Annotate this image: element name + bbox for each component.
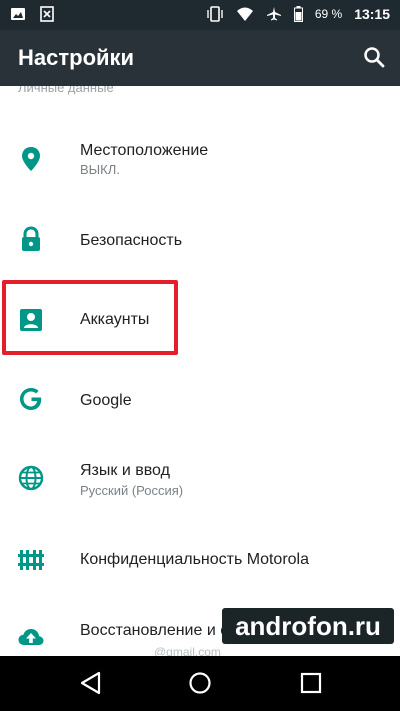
settings-list: Личные данные Местоположение ВЫКЛ. Безоп… [0,86,400,656]
airplane-icon [266,7,281,21]
settings-item-label: Местоположение [80,142,209,159]
recents-icon[interactable] [298,670,324,696]
globe-icon [18,465,44,491]
wifi-icon [236,7,253,21]
site-watermark: androfon.ru [222,608,394,644]
settings-item-label: Google [80,392,132,409]
section-label: Личные данные [18,86,114,95]
home-icon[interactable] [187,670,213,696]
page-title: Настройки [18,45,135,70]
image-icon [11,8,25,20]
navigation-bar [0,656,400,711]
cloud-upload-icon [18,629,44,645]
settings-item-google[interactable]: Google [0,359,400,439]
vibrate-icon [207,6,223,22]
settings-item-location[interactable]: Местоположение ВЫКЛ. [0,116,400,196]
status-bar: 69 % 13:15 [0,0,400,30]
lock-icon [22,226,40,251]
settings-item-subtitle: ВЫКЛ. [80,162,120,177]
app-bar: Настройки [0,30,400,86]
back-icon[interactable] [78,670,104,696]
settings-item-label: Безопасность [80,232,183,249]
close-box-icon [40,6,54,22]
settings-item-motorola-privacy[interactable]: Конфиденциальность Motorola [0,518,400,598]
clock: 13:15 [354,6,390,22]
location-icon [22,147,40,171]
settings-item-language[interactable]: Язык и ввод Русский (Россия) [0,438,400,518]
settings-item-security[interactable]: Безопасность [0,199,400,279]
accounts-highlight-frame [2,280,178,355]
settings-item-label: Язык и ввод [80,462,170,479]
search-icon[interactable] [362,45,386,69]
settings-item-subtitle: Русский (Россия) [80,483,184,498]
privacy-icon [18,550,44,570]
settings-item-label: Конфиденциальность Motorola [80,551,309,568]
battery-icon [293,6,303,22]
battery-percent: 69 % [314,7,343,21]
google-icon [20,388,42,410]
